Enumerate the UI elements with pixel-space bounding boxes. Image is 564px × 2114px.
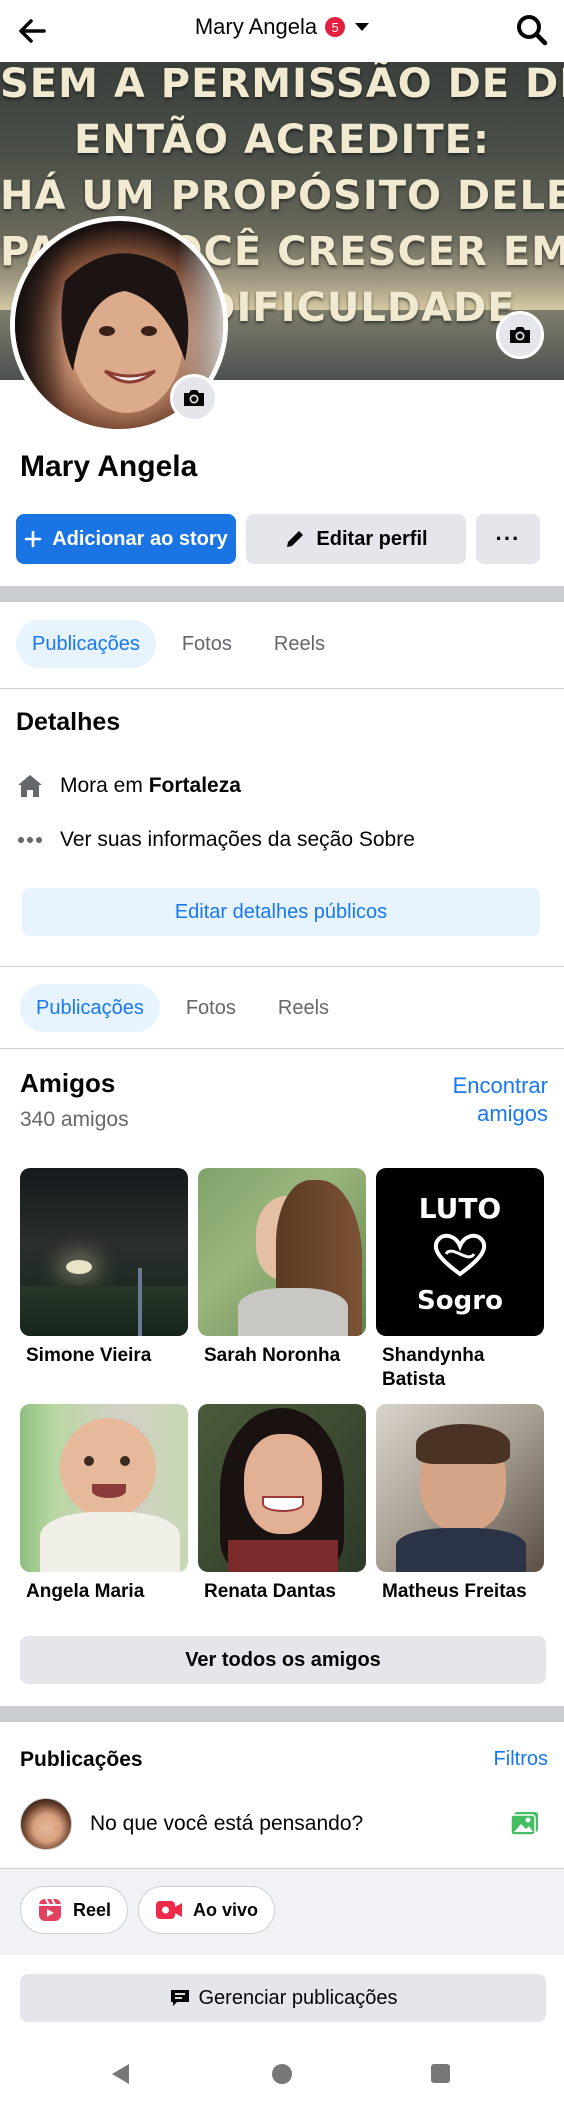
nav-home-icon[interactable]	[272, 2064, 292, 2084]
friend-photo: LUTO Sogro	[376, 1168, 544, 1336]
more-horizontal-icon	[16, 826, 44, 854]
composer-prompt[interactable]: No que você está pensando?	[90, 1812, 363, 1836]
message-square-icon	[170, 1990, 189, 2006]
tab-fotos[interactable]: Fotos	[166, 620, 248, 668]
notification-badge: 5	[325, 17, 346, 37]
avatar	[20, 1798, 72, 1850]
manage-posts-button[interactable]: Gerenciar publicações	[20, 1974, 546, 2022]
post-composer[interactable]: No que você está pensando?	[20, 1798, 363, 1850]
friend-card[interactable]: Angela Maria	[20, 1404, 188, 1604]
photo-video-icon[interactable]	[510, 1810, 540, 1836]
friend-name: Simone Vieira	[26, 1345, 152, 1366]
edit-public-details-button[interactable]: Editar detalhes públicos	[22, 888, 540, 936]
about-link[interactable]: Ver suas informações da seção Sobre	[60, 828, 415, 852]
system-nav-bar	[0, 2040, 564, 2114]
top-app-bar: Mary Angela 5	[0, 0, 564, 62]
add-story-label: Adicionar ao story	[52, 527, 228, 550]
details-title: Detalhes	[16, 708, 121, 736]
friend-photo	[20, 1168, 188, 1336]
friend-photo	[376, 1404, 544, 1572]
reel-label: Reel	[73, 1899, 112, 1920]
luto-text: LUTO	[418, 1192, 502, 1225]
pencil-icon	[287, 531, 304, 547]
live-label: Ao vivo	[193, 1899, 259, 1920]
lives-in-city: Fortaleza	[148, 774, 241, 797]
friend-card[interactable]: Sarah Noronha	[198, 1168, 366, 1368]
filters-link[interactable]: Filtros	[494, 1748, 548, 1771]
friend-card[interactable]: Renata Dantas	[198, 1404, 366, 1604]
live-button[interactable]: Ao vivo	[138, 1886, 276, 1934]
live-video-icon	[156, 1901, 182, 1919]
divider	[0, 688, 564, 689]
section-divider	[0, 586, 564, 602]
friend-card[interactable]: Simone Vieira	[20, 1168, 188, 1368]
friends-title: Amigos	[20, 1068, 116, 1098]
reel-button[interactable]: Reel	[20, 1886, 129, 1934]
cover-camera-icon[interactable]	[496, 311, 544, 359]
profile-tabs-mid: Publicações Fotos Reels	[20, 984, 345, 1032]
section-divider	[0, 1706, 564, 1722]
lives-in-text: Mora em Fortaleza	[60, 774, 241, 797]
tab-publicacoes[interactable]: Publicações	[16, 620, 156, 668]
profile-camera-icon[interactable]	[170, 374, 218, 422]
header-title: Mary Angela	[194, 14, 318, 39]
plus-icon	[24, 530, 42, 548]
tab-reels[interactable]: Reels	[258, 620, 341, 668]
more-dots-icon: ···	[495, 526, 521, 551]
profile-tabs-top: Publicações Fotos Reels	[16, 620, 341, 668]
divider	[0, 1048, 564, 1049]
tab-publicacoes[interactable]: Publicações	[20, 984, 160, 1032]
edit-profile-button[interactable]: Editar perfil	[246, 514, 466, 564]
add-story-button[interactable]: Adicionar ao story	[16, 514, 236, 564]
friend-card[interactable]: Matheus Freitas	[376, 1404, 544, 1604]
friend-photo	[198, 1168, 366, 1336]
profile-name: Mary Angela	[20, 450, 198, 483]
nav-recents-icon[interactable]	[431, 2064, 450, 2083]
chevron-down-icon	[355, 23, 370, 31]
divider	[0, 966, 564, 967]
friends-count: 340 amigos	[20, 1108, 129, 1131]
friend-name: Renata Dantas	[204, 1581, 336, 1602]
friend-card[interactable]: LUTO Sogro Shandynha Batista	[376, 1168, 544, 1392]
tab-reels[interactable]: Reels	[262, 984, 345, 1032]
friend-photo	[20, 1404, 188, 1572]
friend-name: Sarah Noronha	[204, 1345, 341, 1366]
profile-actions: Adicionar ao story Editar perfil ···	[16, 514, 544, 564]
search-icon[interactable]	[514, 12, 550, 48]
about-row[interactable]: Ver suas informações da seção Sobre	[16, 826, 415, 854]
find-friends-link[interactable]: Encontrar amigos	[418, 1072, 548, 1128]
posts-title: Publicações	[20, 1748, 143, 1771]
reel-icon	[39, 1898, 61, 1921]
friend-name: Shandynha Batista	[382, 1345, 485, 1390]
friend-name: Matheus Freitas	[382, 1581, 527, 1602]
friend-photo	[198, 1404, 366, 1572]
lives-in-row: Mora em Fortaleza	[16, 772, 241, 800]
home-icon	[16, 772, 44, 800]
infinity-heart-icon	[433, 1233, 487, 1277]
edit-profile-label: Editar perfil	[316, 527, 428, 550]
profile-switcher[interactable]: Mary Angela 5	[0, 14, 564, 40]
friend-name: Angela Maria	[26, 1581, 145, 1602]
nav-back-icon[interactable]	[112, 2064, 129, 2084]
sogro-text: Sogro	[417, 1286, 503, 1316]
tab-fotos[interactable]: Fotos	[170, 984, 252, 1032]
more-options-button[interactable]: ···	[476, 514, 540, 564]
see-all-friends-button[interactable]: Ver todos os amigos	[20, 1636, 546, 1684]
manage-posts-label: Gerenciar publicações	[198, 1986, 398, 2009]
